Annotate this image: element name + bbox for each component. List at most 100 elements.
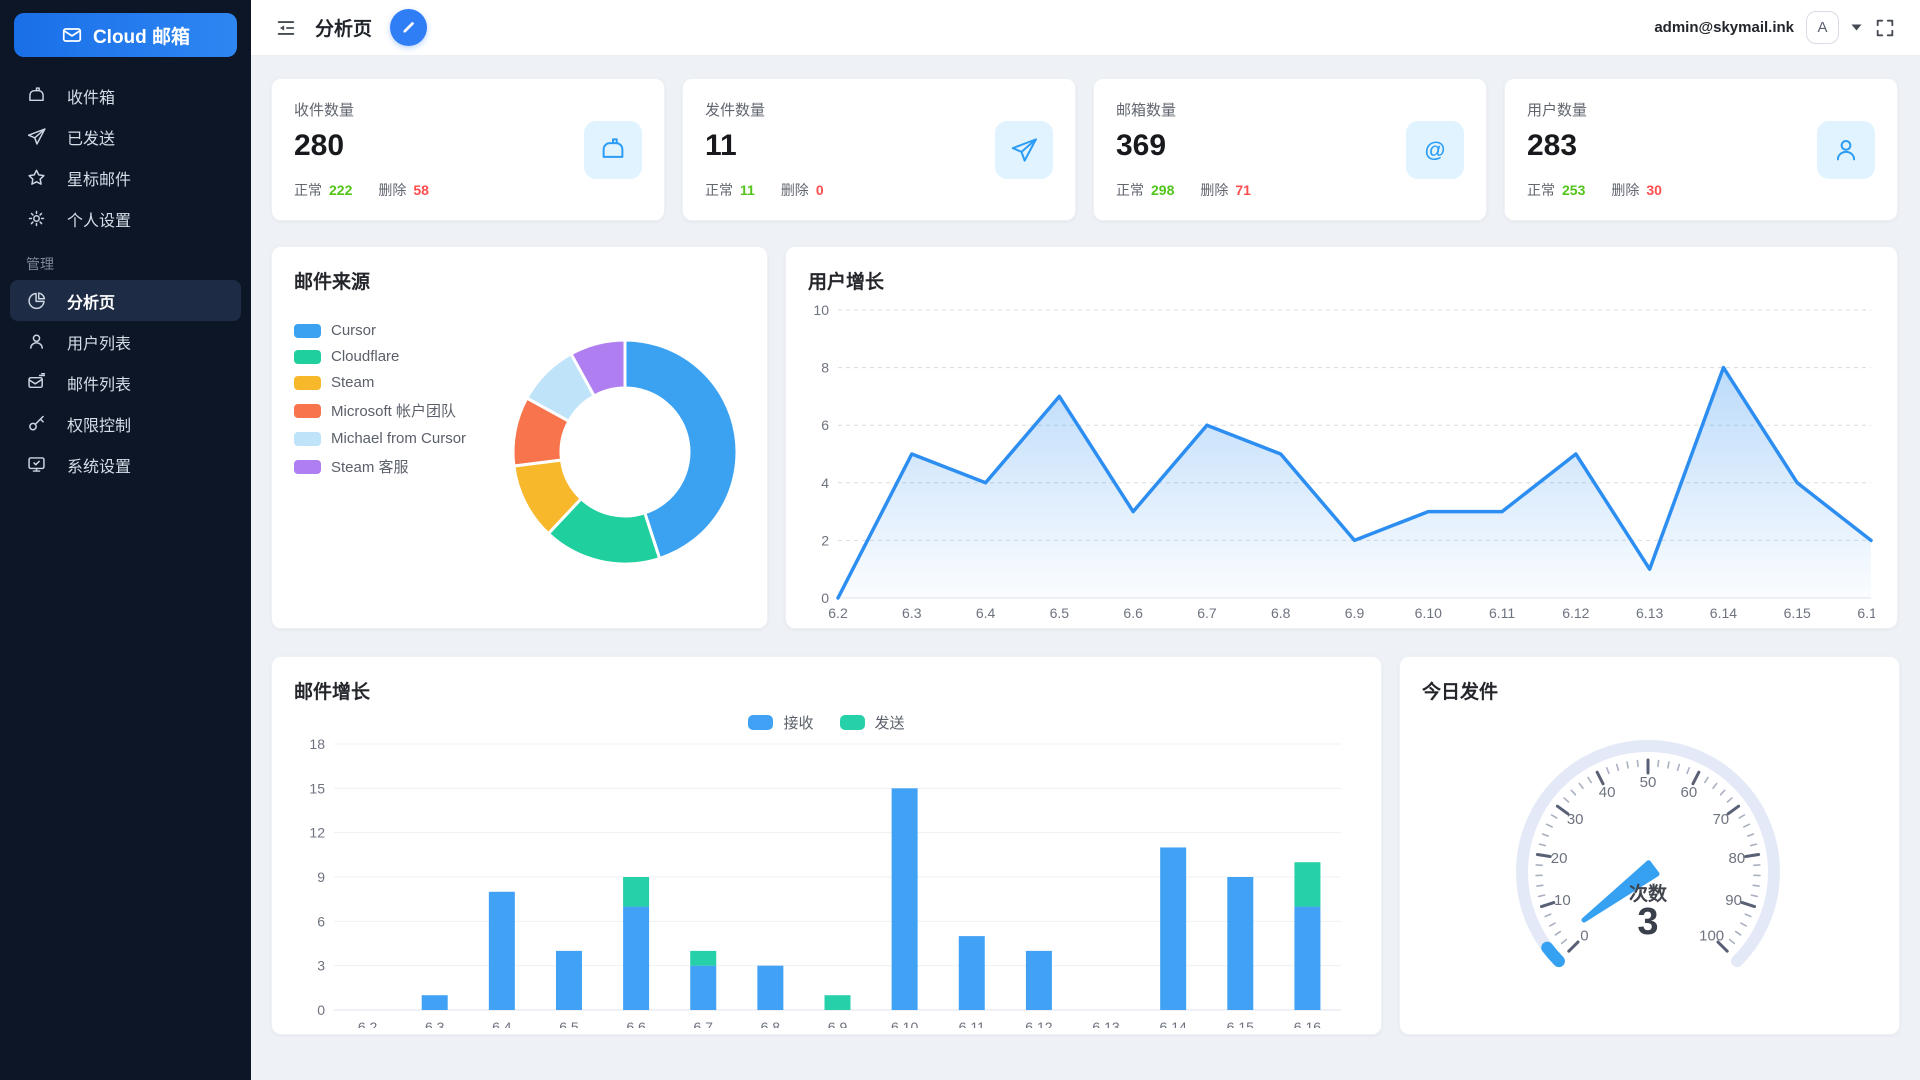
bar-recv [892, 788, 918, 1010]
edit-button[interactable] [390, 9, 427, 46]
legend-item[interactable]: 发送 [840, 712, 905, 732]
sidebar-item-permissions[interactable]: 权限控制 [10, 403, 241, 444]
page-title: 分析页 [315, 14, 372, 41]
at-sign-icon: @ [1406, 121, 1464, 179]
bar-recv [1026, 951, 1052, 1010]
svg-text:6.2: 6.2 [828, 605, 848, 620]
legend-item[interactable]: Cloudflare [294, 348, 466, 365]
menu-collapse-icon[interactable] [275, 17, 297, 39]
bar-recv [959, 936, 985, 1010]
svg-text:6.5: 6.5 [1050, 605, 1070, 620]
sidebar: Cloud 邮箱 收件箱 已发送 星标邮件 个人设置 管理 分析页 [0, 0, 251, 1080]
svg-text:6.12: 6.12 [1562, 605, 1589, 620]
key-icon [26, 413, 47, 434]
svg-text:3: 3 [317, 958, 325, 974]
svg-text:6.6: 6.6 [626, 1019, 646, 1028]
stat-normal-value: 222 [329, 182, 352, 198]
legend-swatch [294, 404, 321, 418]
svg-text:0: 0 [317, 1002, 325, 1018]
bar-recv [422, 995, 448, 1010]
svg-text:70: 70 [1712, 811, 1729, 828]
stat-deleted-label: 删除 [378, 182, 406, 198]
legend-swatch [294, 324, 321, 338]
svg-text:0: 0 [821, 590, 829, 606]
legend-item[interactable]: Microsoft 帐户团队 [294, 400, 466, 421]
svg-text:6.11: 6.11 [1489, 605, 1515, 620]
sidebar-item-label: 用户列表 [67, 330, 131, 354]
svg-text:6.5: 6.5 [559, 1019, 579, 1028]
mailbox-icon [26, 85, 47, 106]
stat-label: 用户数量 [1527, 99, 1817, 120]
bar-recv [1294, 907, 1320, 1010]
svg-text:15: 15 [309, 780, 325, 796]
chart-title: 邮件增长 [294, 677, 1359, 704]
svg-text:6.4: 6.4 [976, 605, 996, 620]
svg-text:6.7: 6.7 [1197, 605, 1217, 620]
legend-item[interactable]: Michael from Cursor [294, 430, 466, 447]
stat-card-user-count: 用户数量 283 正常253 删除30 [1504, 78, 1898, 221]
legend-item[interactable]: 接收 [748, 712, 813, 732]
svg-text:20: 20 [1551, 850, 1568, 867]
sidebar-section-label: 管理 [26, 254, 251, 274]
mail-list-icon [26, 372, 47, 393]
sidebar-item-mail-list[interactable]: 邮件列表 [10, 362, 241, 403]
legend-label: 发送 [875, 712, 905, 733]
bar-sent [825, 995, 851, 1010]
svg-text:@: @ [1425, 137, 1446, 161]
legend-item[interactable]: Steam 客服 [294, 456, 466, 477]
sidebar-item-label: 收件箱 [67, 84, 115, 108]
sidebar-item-inbox[interactable]: 收件箱 [10, 75, 241, 116]
legend-swatch [294, 350, 321, 364]
gear-icon [26, 208, 47, 229]
bar-recv [623, 907, 649, 1010]
legend-item[interactable]: Cursor [294, 322, 466, 339]
sidebar-item-label: 个人设置 [67, 207, 131, 231]
pencil-icon [400, 19, 417, 36]
stat-deleted-label: 删除 [781, 182, 809, 198]
svg-text:6.10: 6.10 [1415, 605, 1442, 620]
stat-normal-value: 11 [740, 182, 755, 198]
bar-recv [1227, 877, 1253, 1010]
avatar[interactable]: A [1806, 11, 1839, 44]
stat-deleted-value: 30 [1646, 182, 1662, 198]
legend-swatch [294, 432, 321, 446]
sidebar-item-personal-settings[interactable]: 个人设置 [10, 198, 241, 239]
logo-button[interactable]: Cloud 邮箱 [14, 13, 237, 57]
sidebar-item-user-list[interactable]: 用户列表 [10, 321, 241, 362]
user-icon [1817, 121, 1875, 179]
svg-text:90: 90 [1725, 892, 1742, 909]
gauge-value: 3 [1637, 901, 1658, 943]
bar-recv [1160, 847, 1186, 1010]
svg-text:6.2: 6.2 [358, 1019, 378, 1028]
legend-swatch [294, 376, 321, 390]
stat-label: 收件数量 [294, 99, 584, 120]
caret-down-icon[interactable] [1851, 24, 1862, 31]
legend-swatch [840, 715, 865, 730]
svg-text:10: 10 [813, 302, 829, 318]
bar-sent [690, 951, 716, 966]
legend-swatch [294, 460, 321, 474]
svg-text:6.3: 6.3 [425, 1019, 445, 1028]
fullscreen-icon[interactable] [1874, 17, 1896, 39]
stat-normal-value: 298 [1151, 182, 1174, 198]
legend-label: Cloudflare [331, 348, 399, 365]
dashboard-content: 收件数量 280 正常222 删除58 发件数量 11 [251, 56, 1920, 1080]
today-sent-card: 今日发件 0102030405060708090100次数3 [1399, 656, 1900, 1035]
sidebar-item-system-settings[interactable]: 系统设置 [10, 444, 241, 485]
bar-legend: 接收 发送 [294, 712, 1359, 732]
pie-chart-icon [26, 290, 47, 311]
stat-card-mailbox-count: 邮箱数量 369 正常298 删除71 @ [1093, 78, 1487, 221]
legend-item[interactable]: Steam [294, 374, 466, 391]
app-window: Cloud 邮箱 收件箱 已发送 星标邮件 个人设置 管理 分析页 [0, 0, 1920, 1080]
sidebar-item-sent[interactable]: 已发送 [10, 116, 241, 157]
stat-value: 280 [294, 129, 584, 163]
charts-row-1: 邮件来源 CursorCloudflareSteamMicrosoft 帐户团队… [271, 246, 1898, 629]
stat-card-sent-count: 发件数量 11 正常11 删除0 [682, 78, 1076, 221]
sidebar-item-analytics[interactable]: 分析页 [10, 280, 241, 321]
stat-normal-label: 正常 [1527, 182, 1555, 198]
svg-text:4: 4 [821, 475, 829, 491]
svg-text:6.11: 6.11 [959, 1019, 985, 1028]
bar-recv [690, 966, 716, 1010]
sidebar-item-label: 已发送 [67, 125, 115, 149]
sidebar-item-starred[interactable]: 星标邮件 [10, 157, 241, 198]
